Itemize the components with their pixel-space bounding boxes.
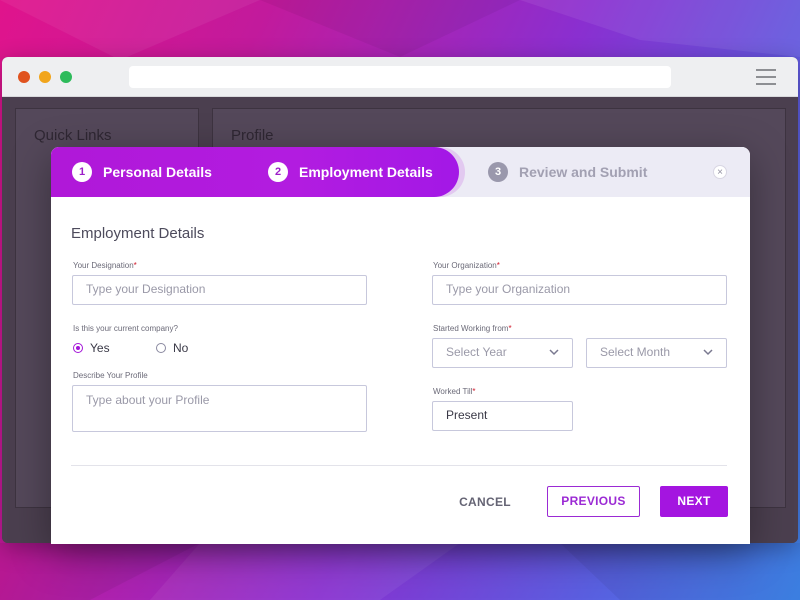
step-employment-details[interactable]: 2 Employment Details	[268, 162, 433, 182]
worked-till-input[interactable]: Present	[432, 401, 573, 431]
current-company-label: Is this your current company?	[73, 324, 178, 333]
close-icon[interactable]: ×	[713, 165, 727, 179]
hamburger-menu-icon[interactable]	[756, 69, 776, 85]
select-month-value: Select Month	[600, 345, 671, 359]
window-close-dot[interactable]	[18, 71, 30, 83]
chevron-down-icon	[703, 349, 713, 356]
worked-till-label: Worked Till*	[433, 387, 476, 396]
divider	[71, 465, 727, 466]
step-personal-details[interactable]: 1 Personal Details	[72, 162, 212, 182]
radio-no[interactable]: No	[156, 341, 188, 355]
step-number: 2	[268, 162, 288, 182]
designation-label: Your Designation*	[73, 261, 137, 270]
next-button[interactable]: NEXT	[660, 486, 728, 517]
stepper: 1 Personal Details 2 Employment Details …	[51, 147, 750, 197]
profile-textarea[interactable]: Type about your Profile	[72, 385, 367, 432]
step-number: 1	[72, 162, 92, 182]
step-label: Personal Details	[103, 164, 212, 180]
chevron-down-icon	[549, 349, 559, 356]
profile-title: Profile	[231, 127, 274, 144]
designation-input[interactable]: Type your Designation	[72, 275, 367, 305]
select-month-dropdown[interactable]: Select Month	[586, 338, 727, 368]
started-from-label: Started Working from*	[433, 324, 512, 333]
organization-label: Your Organization*	[433, 261, 500, 270]
radio-no-indicator[interactable]	[156, 343, 166, 353]
radio-yes-indicator[interactable]	[73, 343, 83, 353]
organization-input[interactable]: Type your Organization	[432, 275, 727, 305]
radio-yes-label: Yes	[90, 341, 110, 355]
step-label: Employment Details	[299, 164, 433, 180]
window-minimize-dot[interactable]	[39, 71, 51, 83]
select-year-value: Select Year	[446, 345, 507, 359]
step-number: 3	[488, 162, 508, 182]
address-bar[interactable]	[129, 66, 671, 88]
radio-yes[interactable]: Yes	[73, 341, 110, 355]
section-title: Employment Details	[71, 225, 205, 242]
window-maximize-dot[interactable]	[60, 71, 72, 83]
profile-label: Describe Your Profile	[73, 371, 148, 380]
step-label: Review and Submit	[519, 164, 648, 180]
browser-toolbar	[2, 57, 798, 97]
previous-button[interactable]: PREVIOUS	[547, 486, 640, 517]
employment-modal: 1 Personal Details 2 Employment Details …	[51, 147, 750, 544]
step-review-and-submit[interactable]: 3 Review and Submit	[488, 162, 647, 182]
radio-no-label: No	[173, 341, 189, 355]
select-year-dropdown[interactable]: Select Year	[432, 338, 573, 368]
cancel-button[interactable]: CANCEL	[455, 487, 515, 517]
quick-links-title: Quick Links	[34, 127, 112, 144]
